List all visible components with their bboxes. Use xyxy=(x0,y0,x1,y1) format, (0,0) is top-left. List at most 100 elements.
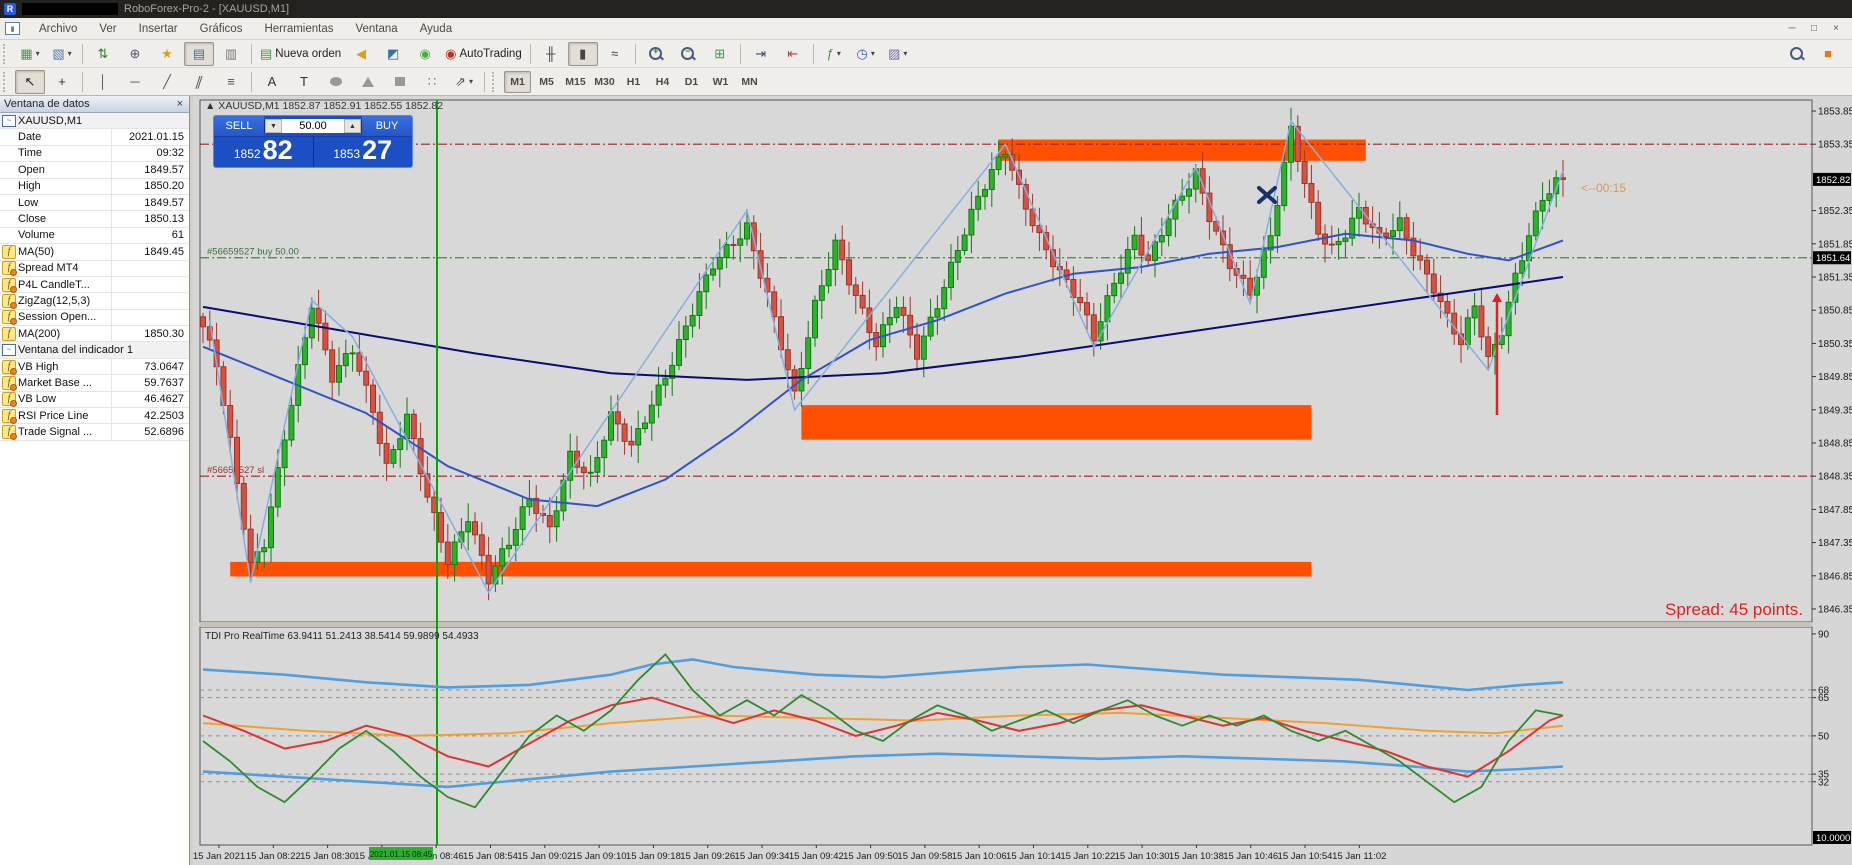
row-label: VB Low xyxy=(18,393,56,406)
sell-button[interactable]: SELL xyxy=(214,116,264,136)
chart-region[interactable]: #56659527 sl #56659527 buy 50.00 ▲ XAUUSD,… xyxy=(193,96,1852,865)
new-order-button[interactable]: ▤ Nueva orden xyxy=(257,42,344,66)
text-icon[interactable]: A xyxy=(257,70,287,94)
cursor-icon[interactable]: ↖ xyxy=(15,69,45,94)
timeframe-m15[interactable]: M15 xyxy=(562,71,589,93)
rectangle-icon[interactable] xyxy=(385,70,415,94)
data-window-icon[interactable]: ▤ xyxy=(184,41,214,66)
crosshair-icon[interactable]: + xyxy=(47,70,77,94)
toolbar-grip xyxy=(3,43,10,64)
chart-line-icon[interactable]: ≈ xyxy=(600,42,630,66)
navigator-icon[interactable]: ▥ xyxy=(216,42,246,66)
svg-text:15 Jan 10:06: 15 Jan 10:06 xyxy=(952,851,1007,862)
timeframe-w1[interactable]: W1 xyxy=(707,71,734,93)
broadcast-icon[interactable]: ◉ xyxy=(410,42,440,66)
zone-rect[interactable] xyxy=(998,139,1366,161)
market-watch-icon[interactable]: ⇅ xyxy=(88,42,118,66)
timeframe-h1[interactable]: H1 xyxy=(620,71,647,93)
favorites-icon[interactable]: ★ xyxy=(152,42,182,66)
volume-increase-button[interactable]: ▲ xyxy=(344,119,361,133)
row-label: VB High xyxy=(18,360,59,373)
profiles-icon[interactable]: ▧ ▾ xyxy=(47,42,77,66)
horizontal-line-icon[interactable]: ─ xyxy=(120,70,150,94)
periods-icon[interactable]: ◷ ▾ xyxy=(851,42,881,66)
search-icon[interactable] xyxy=(1781,42,1811,66)
svg-text:15 Jan 2021: 15 Jan 2021 xyxy=(193,851,245,862)
chevron-down-icon: ▾ xyxy=(870,49,875,58)
zone-rect[interactable] xyxy=(230,561,1312,577)
search-icon xyxy=(1789,47,1803,60)
timeframe-m1[interactable]: M1 xyxy=(504,70,531,93)
autotrading-button[interactable]: ◉ AutoTrading xyxy=(442,42,525,66)
menu-insertar[interactable]: Insertar xyxy=(128,20,189,38)
text-label-icon[interactable]: T xyxy=(289,70,319,94)
row-value: 1849.57 xyxy=(111,162,189,178)
new-chart-icon[interactable]: ▦ ▾ xyxy=(15,42,45,66)
menu-ayuda[interactable]: Ayuda xyxy=(409,20,463,38)
timeframe-h4[interactable]: H4 xyxy=(649,71,676,93)
timeframe-m5[interactable]: M5 xyxy=(533,71,560,93)
buy-button[interactable]: BUY xyxy=(362,116,412,136)
tile-windows-icon: ⊞ xyxy=(714,46,726,61)
more-shapes-icon[interactable]: ∷ xyxy=(417,70,447,94)
indicators-icon[interactable]: ƒ ▾ xyxy=(819,42,849,66)
close-icon[interactable]: × xyxy=(175,98,185,110)
templates-icon: ▨ xyxy=(888,46,901,61)
vertical-line-icon[interactable]: │ xyxy=(88,70,118,94)
timeframe-d1[interactable]: D1 xyxy=(678,71,705,93)
pane-divider[interactable] xyxy=(200,622,1812,627)
ellipse-icon[interactable] xyxy=(321,70,351,94)
price-chart[interactable]: #56659527 sl#56659527 buy 50.00▲ XAUUSD,… xyxy=(193,96,1852,865)
restore-button[interactable]: □ xyxy=(1804,20,1824,37)
indicator-function-icon: f xyxy=(2,244,16,259)
row-label: Low xyxy=(18,196,39,209)
auto-scroll-icon[interactable]: ⇥ xyxy=(746,42,776,66)
channel-icon[interactable]: ∥ xyxy=(184,70,214,94)
menu-archivo[interactable]: Archivo xyxy=(28,20,88,38)
timeframe-mn[interactable]: MN xyxy=(736,71,763,93)
zone-rect[interactable] xyxy=(801,405,1312,440)
chart-candles-icon[interactable]: ▮ xyxy=(567,41,598,66)
new-chart-icon: ▦ xyxy=(20,46,33,61)
volume-input[interactable] xyxy=(282,119,344,133)
community-icon[interactable]: ■ xyxy=(1813,42,1843,66)
data-window-section-xauusd-m1: ~ XAUUSD,M1 xyxy=(0,113,189,130)
templates-icon[interactable]: ▨ ▾ xyxy=(883,42,913,66)
chart-window-icon: ▮ xyxy=(5,22,20,35)
menu-herramientas[interactable]: Herramientas xyxy=(253,20,344,38)
minimize-button[interactable]: ─ xyxy=(1782,20,1802,37)
svg-text:15 Jan 10:54: 15 Jan 10:54 xyxy=(1278,851,1333,862)
fibonacci-icon[interactable]: ≡ xyxy=(216,70,246,94)
main-plot[interactable] xyxy=(199,99,1813,623)
zoom-in-icon[interactable]: + xyxy=(641,42,671,66)
chart-shift-icon[interactable]: ⇤ xyxy=(778,42,808,66)
data-window-titlebar[interactable]: Ventana de datos × xyxy=(0,96,189,113)
trendline-icon[interactable]: ╱ xyxy=(152,70,182,94)
svg-text:15 Jan 09:50: 15 Jan 09:50 xyxy=(843,851,898,862)
bid-price-small: 1852 xyxy=(233,146,261,161)
megaphone-icon[interactable]: ◀ xyxy=(346,42,376,66)
tile-windows-icon[interactable]: ⊞ xyxy=(705,42,735,66)
zoom-out-icon[interactable]: − xyxy=(673,42,703,66)
close-button[interactable]: × xyxy=(1826,20,1846,37)
row-value: 1849.45 xyxy=(111,244,189,260)
toolbar-separator xyxy=(251,71,252,92)
arrow-tools-icon[interactable]: ⇗ ▾ xyxy=(449,70,479,94)
mql-community-icon[interactable]: ◩ xyxy=(378,42,408,66)
ask-price[interactable]: 1853 27 xyxy=(314,137,413,167)
svg-text:32: 32 xyxy=(1818,777,1830,788)
autotrading-label: AutoTrading xyxy=(459,47,522,60)
menu-graficos[interactable]: Gráficos xyxy=(189,20,254,38)
toolbar-separator xyxy=(529,43,531,64)
symbols-icon[interactable]: ⊕ xyxy=(120,42,150,66)
menu-ver[interactable]: Ver xyxy=(88,20,127,38)
svg-text:1847.85: 1847.85 xyxy=(1818,505,1852,516)
menu-ventana[interactable]: Ventana xyxy=(344,20,408,38)
svg-text:1850.35: 1850.35 xyxy=(1818,339,1852,350)
bid-price[interactable]: 1852 82 xyxy=(214,137,314,167)
chart-bars-icon[interactable]: ╫ xyxy=(536,42,566,66)
triangle-icon[interactable] xyxy=(353,70,383,94)
volume-decrease-button[interactable]: ▼ xyxy=(265,119,282,133)
data-window-row-open: Open 1849.57 xyxy=(0,162,189,179)
timeframe-m30[interactable]: M30 xyxy=(591,71,618,93)
